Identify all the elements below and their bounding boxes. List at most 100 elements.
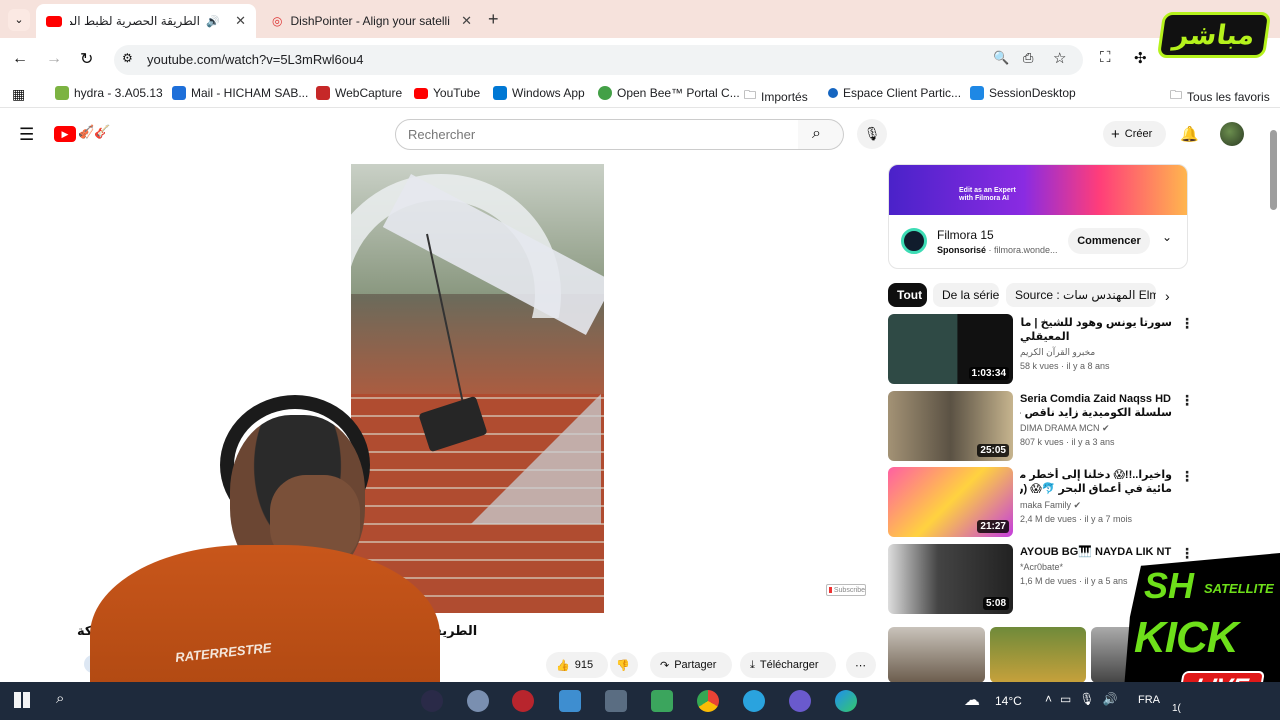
back-icon[interactable]: ← (12, 50, 28, 68)
short-thumbnail[interactable] (888, 627, 985, 683)
share-button[interactable]: ↷ Partager (650, 652, 732, 678)
bookmark-windows-app[interactable]: Windows App (493, 86, 585, 100)
rec-title[interactable]: سورتا يونس وهود للشيخ | ماهر بن حمد (1020, 316, 1172, 330)
ad-banner[interactable]: Edit as an Expert with Filmora AI (889, 165, 1187, 215)
extensions-icon[interactable]: ✣ (1134, 49, 1147, 67)
ad-card[interactable]: Edit as an Expert with Filmora AI Filmor… (888, 164, 1188, 269)
rec-title-line2[interactable]: سلسلة الكوميدية زايد ناقص حلقة (1020, 406, 1172, 420)
rec-menu-icon[interactable]: ⋮ (1180, 315, 1194, 332)
rec-title[interactable]: واخيرا..!!😱 دخلنا إلى أخطر مدينة ألعاب (1020, 468, 1172, 482)
rec-thumbnail[interactable]: 21:27 (888, 467, 1013, 537)
taskbar-chrome-icon[interactable] (697, 690, 719, 712)
download-button[interactable]: ⤓ Télécharger (740, 652, 836, 678)
bookmark-mail[interactable]: Mail - HICHAM SAB... (172, 86, 308, 100)
taskbar-satellite-icon[interactable] (789, 690, 811, 712)
windows-app-icon (493, 86, 507, 100)
rec-channel-line[interactable]: *Acr0bate* (1020, 562, 1063, 572)
bookmark-youtube[interactable]: YouTube (414, 86, 480, 100)
taskbar-recorder-icon[interactable] (512, 690, 534, 712)
rec-title[interactable]: Seria Comdia Zaid Naqss HD 23 (1020, 392, 1172, 406)
rec-thumbnail[interactable]: 5:08 (888, 544, 1013, 614)
kick-text: KICK (1134, 613, 1239, 662)
taskbar-files-icon[interactable] (559, 690, 581, 712)
ad-cta-button[interactable]: Commencer (1068, 228, 1150, 254)
taskbar-edge-icon[interactable] (835, 690, 857, 712)
tab-dishpointer[interactable]: ◎ DishPointer - Align your satellite ✕ (262, 4, 482, 38)
bookmark-openbee[interactable]: Open Bee™ Portal C... (598, 86, 740, 100)
voice-search-button[interactable]: 🎙 (857, 119, 887, 149)
bookmark-espace-client[interactable]: Espace Client Partic... (828, 86, 961, 100)
rec-title-line2[interactable]: المعيقلي (1020, 330, 1172, 344)
page-scrollbar[interactable] (1270, 130, 1277, 210)
windows-start-icon[interactable] (14, 692, 30, 708)
rec-channel[interactable]: DIMA DRAMA MCN ✔ (1020, 423, 1110, 434)
share-icon: ↷ (660, 659, 670, 672)
input-language[interactable]: FRA (1138, 694, 1160, 706)
dislike-button[interactable]: 👎 (610, 652, 638, 678)
new-tab-button[interactable]: + (488, 9, 499, 30)
forward-icon[interactable]: → (46, 50, 62, 68)
thumbs-up-icon: 👍 (556, 659, 570, 672)
bookmark-hydra[interactable]: hydra - 3.A05.13 (55, 86, 163, 100)
rec-thumbnail[interactable]: 25:05 (888, 391, 1013, 461)
close-tab-icon[interactable]: ✕ (461, 13, 472, 29)
short-thumbnail[interactable] (989, 627, 1087, 683)
rec-channel[interactable]: مخبرو القرآن الكريم (1020, 347, 1095, 358)
rec-menu-icon[interactable]: ⋮ (1180, 545, 1194, 562)
verified-icon: ✔ (1102, 423, 1110, 433)
youtube-icon (46, 15, 62, 27)
rec-meta: 1,6 M de vues · il y a 5 ans (1020, 576, 1128, 586)
notifications-bell-icon[interactable]: 🔔 (1180, 125, 1199, 143)
all-bookmarks[interactable]: 🗀 Tous les favoris (1170, 86, 1270, 107)
taskbar-calculator-icon[interactable] (605, 690, 627, 712)
clock[interactable]: 1( (1172, 703, 1181, 714)
rec-title-line2[interactable]: مائية في أعماق البحر 🐬😱 (رعب) (1020, 482, 1172, 496)
install-icon[interactable]: ⎙ (1023, 50, 1033, 66)
zoom-icon[interactable]: 🔍 (993, 50, 1009, 66)
youtube-logo[interactable]: ▶ (54, 126, 76, 142)
tray-icons[interactable]: ˄▭🎙🔊 (1045, 692, 1126, 706)
rec-menu-icon[interactable]: ⋮ (1180, 468, 1194, 485)
espace-client-icon (828, 88, 838, 98)
apps-grid-icon[interactable]: ▦ (12, 86, 25, 103)
weather-temp[interactable]: 14°C (995, 694, 1022, 708)
create-button[interactable]: + Créer (1103, 121, 1166, 147)
more-actions-button[interactable]: ⋯ (846, 652, 876, 678)
chevron-down-icon[interactable]: ⌄ (1162, 230, 1172, 244)
bookmark-webcapture[interactable]: WebCapture (316, 86, 402, 100)
site-info-icon[interactable]: ⚙ (122, 51, 133, 65)
like-button[interactable]: 👍 915 (546, 652, 608, 678)
subscribe-watermark[interactable]: Subscribe (826, 584, 866, 596)
chip-series[interactable]: De la série (933, 283, 999, 307)
rec-menu-icon[interactable]: ⋮ (1180, 392, 1194, 409)
screenshot-icon[interactable]: ⛶ (1100, 49, 1111, 66)
chevron-right-icon[interactable]: › (1165, 288, 1170, 304)
avatar[interactable] (1220, 122, 1244, 146)
rec-title[interactable]: AYOUB BG🎹 NAYDA LIK NTI (1020, 545, 1172, 559)
taskbar-snipping-icon[interactable] (651, 690, 673, 712)
youtube-icon (414, 87, 428, 99)
chip-all[interactable]: Tout (888, 283, 927, 307)
dishpointer-icon: ◎ (272, 14, 283, 28)
chip-source[interactable]: Source : المهندس سات Elmuhand (1006, 283, 1156, 307)
taskbar-app-icon[interactable] (467, 690, 489, 712)
taskbar-obs-icon[interactable] (421, 690, 443, 712)
plus-icon: + (1111, 125, 1120, 143)
bookmark-star-icon[interactable]: ☆ (1053, 49, 1066, 67)
youtube-doodle-icon: 🎻🎸 (78, 124, 111, 139)
weather-icon[interactable]: ☁ (964, 690, 980, 710)
bookmark-session-desktop[interactable]: SessionDesktop (970, 86, 1076, 100)
close-tab-icon[interactable]: ✕ (235, 13, 246, 29)
search-button[interactable] (798, 119, 844, 150)
menu-icon[interactable]: ☰ (19, 125, 34, 145)
hydra-icon (55, 86, 69, 100)
bookmark-folder-importes[interactable]: 🗀 Importés (744, 86, 808, 107)
tab-video[interactable]: الطريقة الحصرية لظبط المدار 🔊 ✕ (36, 4, 256, 38)
reload-icon[interactable]: ↻ (80, 49, 93, 69)
url-text[interactable]: youtube.com/watch?v=5L3mRwl6ou4 (147, 52, 363, 67)
tab-list-button[interactable]: ⌄ (8, 9, 30, 31)
rec-channel[interactable]: maka Family ✔ (1020, 500, 1081, 511)
taskbar-search-icon[interactable]: ⌕ (56, 690, 64, 707)
taskbar-telegram-icon[interactable] (743, 690, 765, 712)
rec-thumbnail[interactable]: 1:03:34 (888, 314, 1013, 384)
